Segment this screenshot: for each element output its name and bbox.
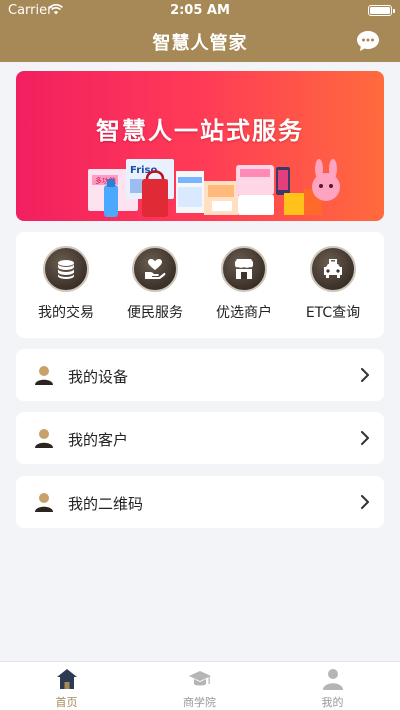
service-convenience[interactable]: 便民服务 <box>115 246 195 330</box>
chevron-right-icon <box>361 368 369 382</box>
graduation-cap-icon <box>188 671 211 686</box>
service-my-transactions[interactable]: 我的交易 <box>26 246 106 330</box>
tab-label: 我的 <box>321 696 344 709</box>
menu-row-my-qrcode[interactable]: 我的二维码 <box>16 476 384 528</box>
profile-icon <box>322 669 343 690</box>
tab-label: 商学院 <box>183 696 216 709</box>
tab-home[interactable]: 首页 <box>0 662 133 710</box>
person-icon <box>35 366 53 385</box>
app-header: Carrier 2:05 AM 智慧人管家 <box>0 0 400 62</box>
tab-business-school[interactable]: 商学院 <box>133 662 266 710</box>
service-icon-badge <box>310 246 356 292</box>
page-title: 智慧人管家 <box>152 33 248 54</box>
banner-headline: 智慧人一站式服务 <box>96 117 304 145</box>
service-icon-badge <box>221 246 267 292</box>
menu-row-label: 我的设备 <box>68 368 129 386</box>
person-icon <box>35 493 53 512</box>
shop-icon <box>235 259 253 279</box>
service-etc-query[interactable]: ETC查询 <box>293 246 373 330</box>
heart-hand-icon <box>145 259 166 279</box>
coins-icon <box>58 260 74 279</box>
service-merchants[interactable]: 优选商户 <box>204 246 284 330</box>
service-label: 我的交易 <box>38 305 94 321</box>
menu-row-my-customers[interactable]: 我的客户 <box>16 412 384 464</box>
person-icon <box>35 429 53 448</box>
service-icon-badge <box>132 246 178 292</box>
menu-row-label: 我的二维码 <box>68 495 144 513</box>
service-label: 便民服务 <box>127 305 183 321</box>
service-label: 优选商户 <box>216 305 272 321</box>
status-bar: Carrier 2:05 AM <box>0 0 400 20</box>
menu-row-label: 我的客户 <box>68 431 129 449</box>
menu-row-my-devices[interactable]: 我的设备 <box>16 349 384 401</box>
bottom-tab-bar: 首页 商学院 我的 <box>0 661 400 710</box>
tab-mine[interactable]: 我的 <box>266 662 399 710</box>
car-icon <box>324 259 342 278</box>
home-icon <box>56 669 77 689</box>
chat-bubble-icon[interactable] <box>356 30 380 52</box>
services-card: 我的交易 便民服务 优选商户 ETC查询 <box>16 232 384 338</box>
status-time: 2:05 AM <box>170 3 230 18</box>
service-icon-badge <box>43 246 89 292</box>
products-illustration: 多功能 Friso <box>88 159 340 217</box>
battery-icon <box>368 5 395 16</box>
service-label: ETC查询 <box>305 305 361 321</box>
chevron-right-icon <box>361 431 369 445</box>
tab-label: 首页 <box>55 696 78 709</box>
promo-banner[interactable]: 智慧人一站式服务 多功能 Friso <box>16 71 384 221</box>
chevron-right-icon <box>361 495 369 509</box>
